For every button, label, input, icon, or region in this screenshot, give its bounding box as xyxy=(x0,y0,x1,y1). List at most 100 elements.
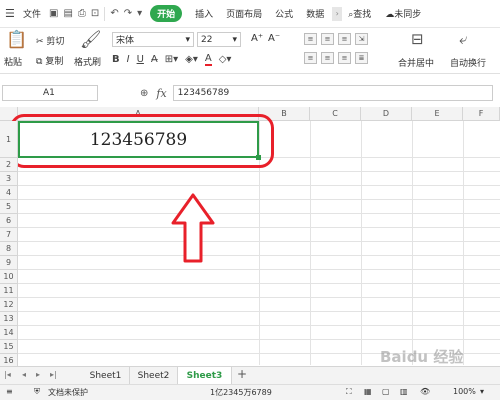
format-painter-button[interactable]: 格式刷 xyxy=(74,55,101,68)
reading-mode-icon[interactable]: 👁 xyxy=(420,387,430,396)
row-header-9[interactable]: 9 xyxy=(0,256,18,270)
more-tabs-icon[interactable]: › xyxy=(332,6,343,21)
merge-center-icon[interactable]: ⊟ xyxy=(411,30,424,48)
row-header-8[interactable]: 8 xyxy=(0,242,18,256)
search-button[interactable]: ⌕查找 xyxy=(348,7,371,20)
row-header-6[interactable]: 6 xyxy=(0,214,18,228)
copy-button[interactable]: ⧉ 复制 xyxy=(36,54,63,67)
increase-font-icon[interactable]: A⁺ xyxy=(251,33,263,44)
undo-icon[interactable]: ↶ xyxy=(110,8,118,19)
row-header-15[interactable]: 15 xyxy=(0,340,18,354)
row-header-14[interactable]: 14 xyxy=(0,326,18,340)
spreadsheet-grid[interactable]: A B C D E F 123456789 1 2 3 4 5 6 7 8 9 10 11 12 13 1… xyxy=(0,107,500,396)
column-header-d[interactable]: D xyxy=(361,107,412,121)
justify-icon[interactable]: ≣ xyxy=(355,52,368,64)
row-header-13[interactable]: 13 xyxy=(0,312,18,326)
tab-data[interactable]: 数据 xyxy=(306,7,324,20)
grid-row xyxy=(18,312,500,326)
document-protection-status[interactable]: 文档未保护 xyxy=(48,387,88,398)
search-label: 查找 xyxy=(353,10,372,20)
tab-insert[interactable]: 插入 xyxy=(195,7,213,20)
wrap-text-button[interactable]: 自动换行 xyxy=(450,56,486,69)
align-bottom-icon[interactable]: ≡ xyxy=(338,33,351,45)
italic-icon[interactable]: I xyxy=(127,54,130,65)
fill-color-icon[interactable]: ◈▾ xyxy=(185,54,198,65)
tab-formulas[interactable]: 公式 xyxy=(275,7,293,20)
zoom-level[interactable]: 100% xyxy=(453,387,476,396)
font-name-value: 宋体 xyxy=(116,36,135,46)
align-right-icon[interactable]: ≡ xyxy=(338,52,351,64)
dropdown-icon[interactable]: ▾ xyxy=(137,8,142,19)
font-size-select[interactable]: 22 ▾ xyxy=(197,32,241,47)
sync-status[interactable]: ☁未同步 xyxy=(385,7,421,20)
divider xyxy=(104,6,106,21)
font-color-icon[interactable]: A xyxy=(204,53,212,66)
sheet-tab-sheet3[interactable]: Sheet3 xyxy=(178,367,232,384)
menu-icon[interactable]: ≡ xyxy=(6,387,13,396)
zoom-dropdown-icon[interactable]: ▾ xyxy=(480,387,484,396)
tab-home[interactable]: 开始 xyxy=(150,5,183,22)
function-icon[interactable]: fx xyxy=(156,87,166,100)
row-header-11[interactable]: 11 xyxy=(0,284,18,298)
export-pdf-icon[interactable]: ▤ xyxy=(63,8,72,19)
row-header-5[interactable]: 5 xyxy=(0,200,18,214)
tab-page-layout[interactable]: 页面布局 xyxy=(226,7,262,20)
zoom-lookup-icon[interactable]: ⊕ xyxy=(140,88,148,99)
decrease-font-icon[interactable]: A⁻ xyxy=(268,33,280,44)
clear-format-icon[interactable]: ◇▾ xyxy=(219,54,232,65)
border-icon[interactable]: ⊞▾ xyxy=(165,54,178,65)
formula-bar: A1 ⊕ fx 123456789 xyxy=(0,82,500,104)
align-top-icon[interactable]: ≡ xyxy=(304,33,317,45)
sheet-tab-sheet2[interactable]: Sheet2 xyxy=(130,367,178,384)
normal-view-icon[interactable]: ▦ xyxy=(364,387,372,396)
column-header-c[interactable]: C xyxy=(310,107,361,121)
nav-last-icon[interactable]: ▸| xyxy=(50,370,57,379)
row-header-10[interactable]: 10 xyxy=(0,270,18,284)
sheet-tab-sheet1[interactable]: Sheet1 xyxy=(82,367,130,384)
nav-next-icon[interactable]: ▸ xyxy=(36,370,40,379)
underline-icon[interactable]: U xyxy=(137,54,144,65)
watermark: Baidu 经验 xyxy=(380,348,464,366)
column-header-e[interactable]: E xyxy=(412,107,463,121)
format-row: B I U A̶ ⊞▾ ◈▾ A ◇▾ xyxy=(112,53,231,66)
cut-button[interactable]: ✂ 剪切 xyxy=(36,34,64,47)
redo-icon[interactable]: ↷ xyxy=(124,8,132,19)
row-header-1[interactable]: 1 xyxy=(0,121,18,158)
file-menu[interactable]: 文件 xyxy=(23,7,41,20)
scissors-icon: ✂ xyxy=(36,37,44,47)
font-name-select[interactable]: 宋体 ▾ xyxy=(112,32,194,47)
grid-row xyxy=(18,186,500,200)
menu-icon[interactable]: ☰ xyxy=(5,7,19,20)
bold-icon[interactable]: B xyxy=(112,54,120,65)
save-icon[interactable]: ▣ xyxy=(49,8,58,19)
formula-input[interactable]: 123456789 xyxy=(172,85,493,101)
row-header-3[interactable]: 3 xyxy=(0,172,18,186)
row-header-4[interactable]: 4 xyxy=(0,186,18,200)
column-header-f[interactable]: F xyxy=(463,107,500,121)
paste-icon[interactable]: 📋 xyxy=(6,30,27,50)
align-left-icon[interactable]: ≡ xyxy=(304,52,317,64)
orientation-icon[interactable]: ⇲ xyxy=(355,33,368,45)
nav-first-icon[interactable]: |◂ xyxy=(4,370,11,379)
name-box[interactable]: A1 xyxy=(2,85,98,101)
merge-center-button[interactable]: 合并居中 xyxy=(398,56,434,69)
page-break-view-icon[interactable]: ▥ xyxy=(400,387,408,396)
add-sheet-button[interactable]: + xyxy=(237,367,247,381)
strikethrough-icon[interactable]: A̶ xyxy=(151,54,158,65)
row-header-2[interactable]: 2 xyxy=(0,158,18,172)
align-middle-icon[interactable]: ≡ xyxy=(321,33,334,45)
paste-button[interactable]: 粘贴 xyxy=(4,55,22,68)
grid-row xyxy=(18,256,500,270)
print-preview-icon[interactable]: ⊡ xyxy=(91,8,99,19)
row-header-7[interactable]: 7 xyxy=(0,228,18,242)
wrap-text-icon[interactable]: ⤶ xyxy=(459,30,467,48)
page-layout-view-icon[interactable]: ▢ xyxy=(382,387,390,396)
format-painter-icon[interactable]: 🖌 xyxy=(80,30,102,50)
nav-prev-icon[interactable]: ◂ xyxy=(22,370,26,379)
fullscreen-icon[interactable]: ⛶ xyxy=(346,387,352,397)
row-header-12[interactable]: 12 xyxy=(0,298,18,312)
print-icon[interactable]: ⎙ xyxy=(78,8,86,19)
font-size-value: 22 xyxy=(201,34,213,45)
align-center-icon[interactable]: ≡ xyxy=(321,52,334,64)
grid-row xyxy=(18,284,500,298)
